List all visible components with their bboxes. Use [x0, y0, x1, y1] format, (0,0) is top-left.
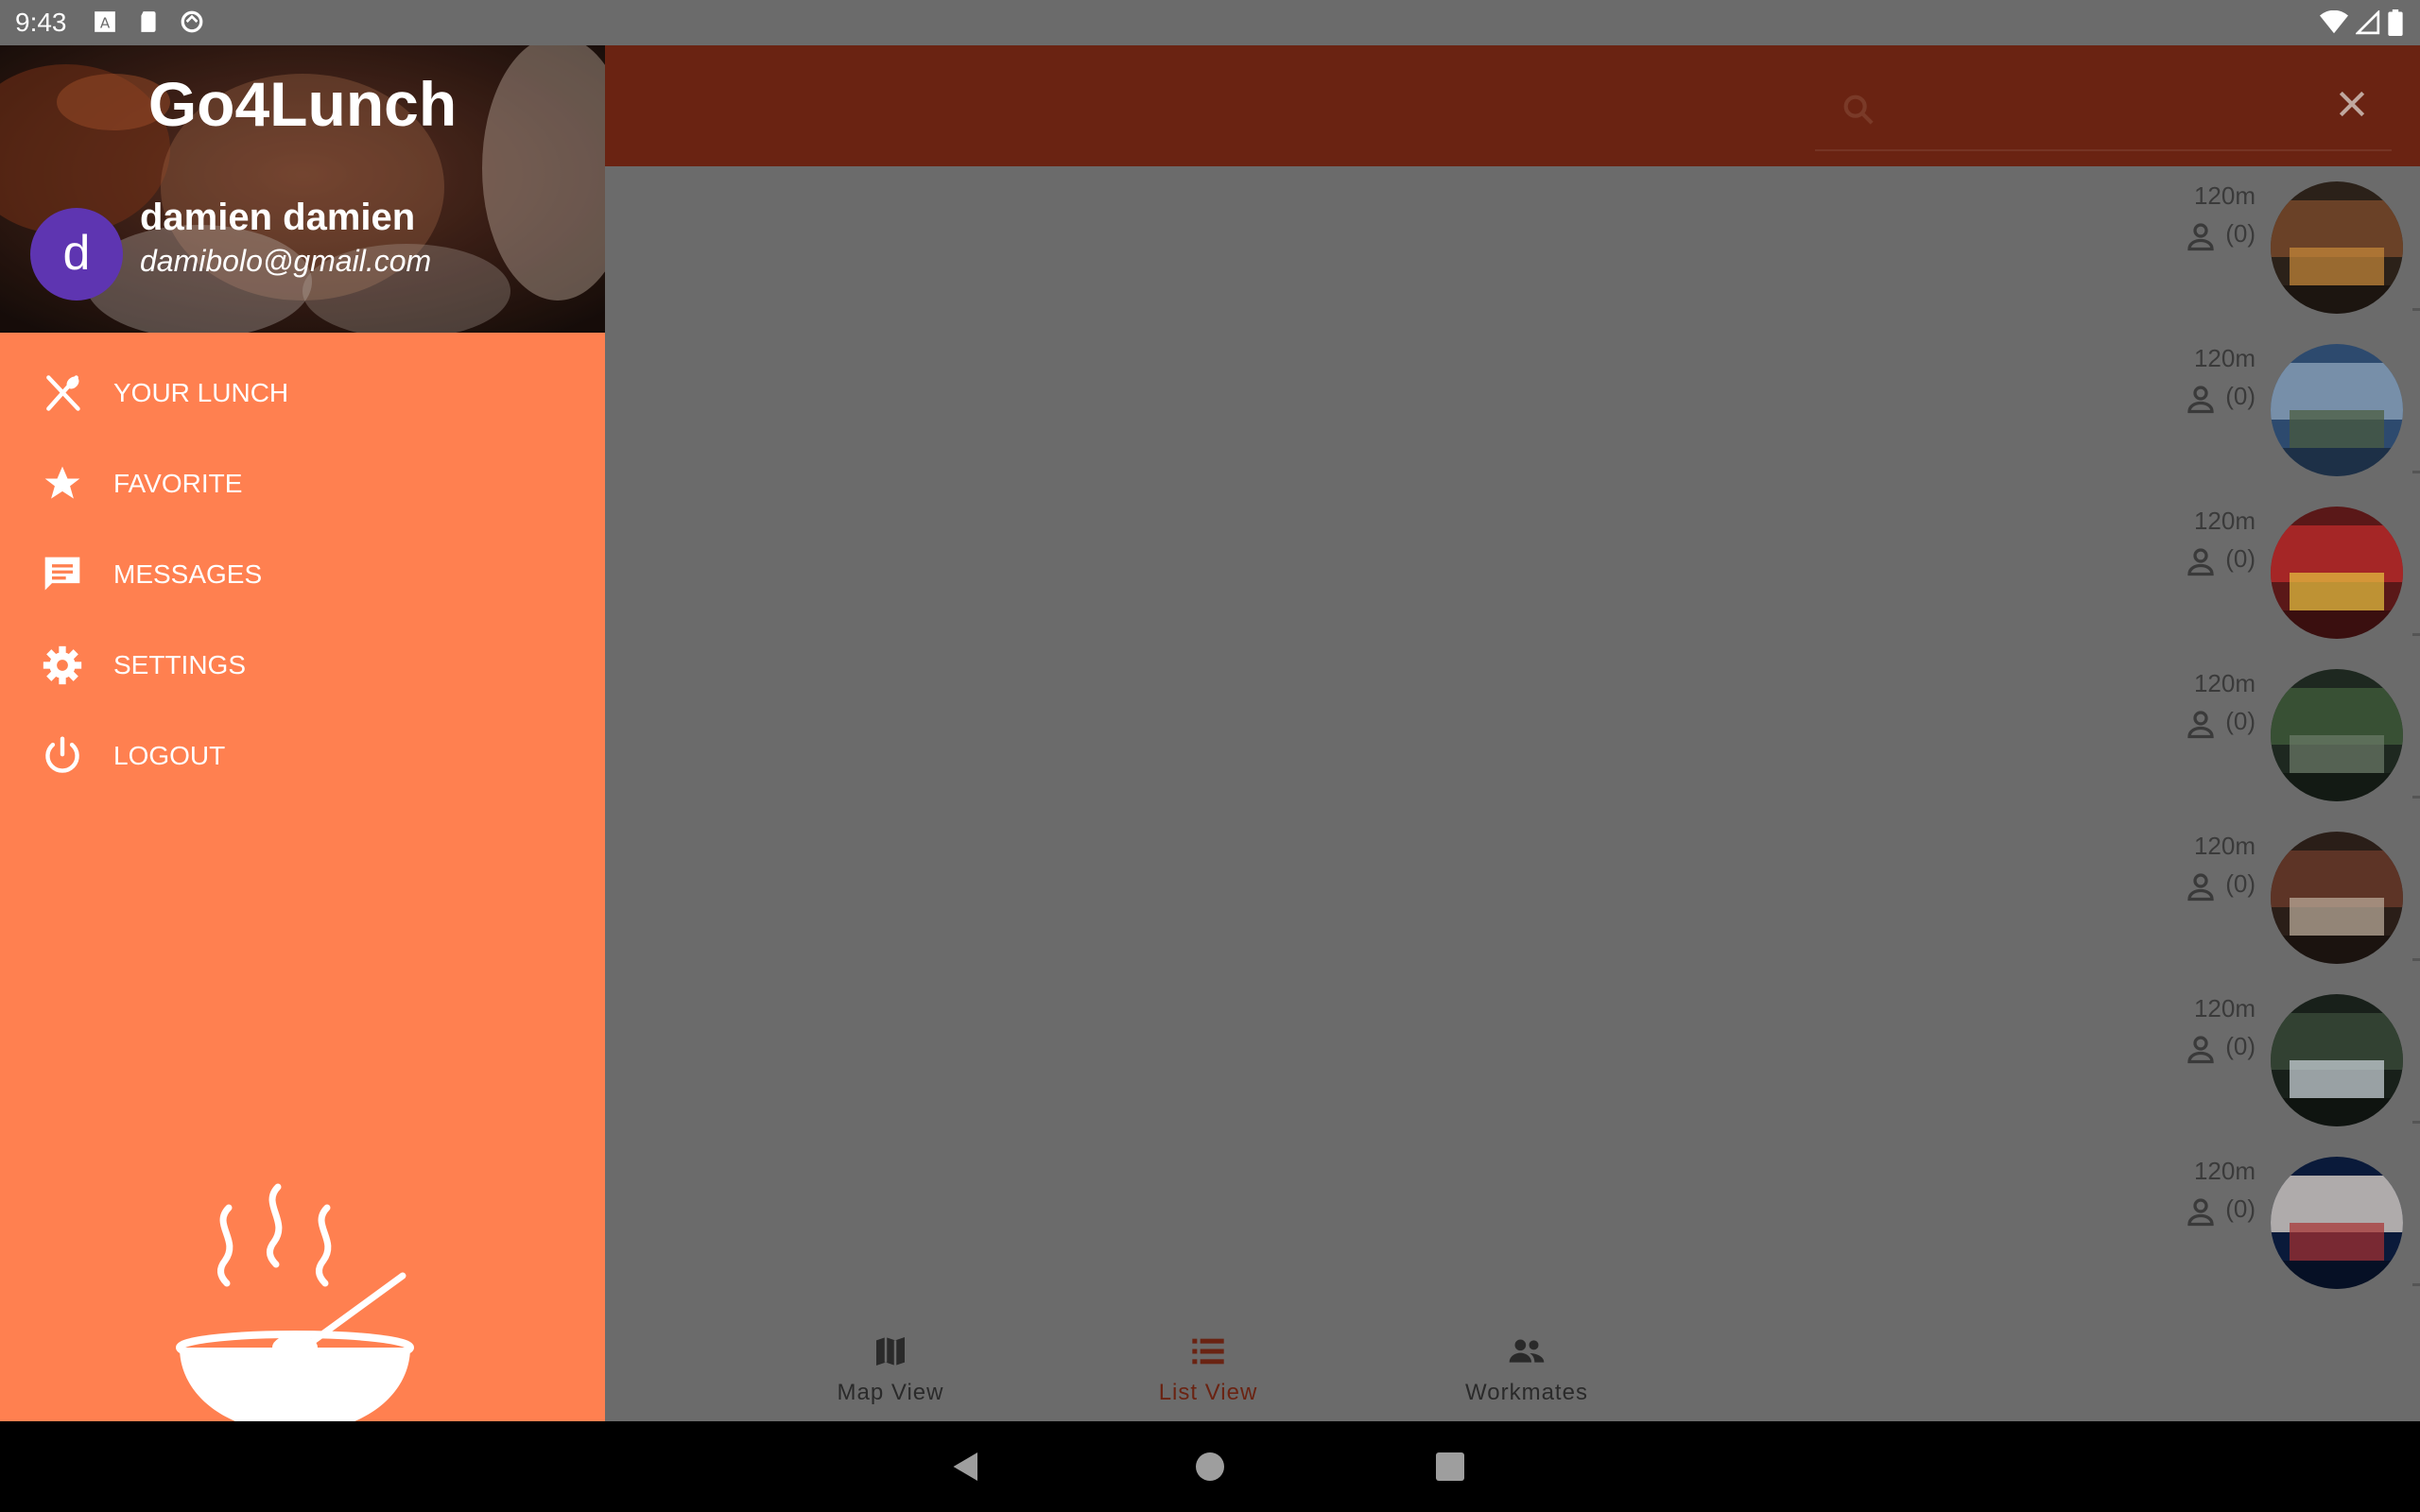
person-icon: [2187, 386, 2214, 414]
restaurant-photo: [2271, 181, 2403, 314]
list-icon: [1192, 1338, 1224, 1365]
sync-icon: [181, 10, 203, 33]
battery-icon: [2388, 9, 2403, 36]
restaurant-workmates-count: (0): [2225, 869, 2256, 898]
menu-item-favorite[interactable]: FAVORITE: [0, 438, 605, 529]
drawer-header: Go4Lunch d damien damien damibolo@gmail.…: [0, 45, 605, 333]
restaurant-distance: 120m: [2193, 832, 2256, 860]
person-icon: [2187, 548, 2214, 576]
status-time: 9:43: [15, 8, 67, 37]
restaurant-distance: 120m: [2193, 669, 2256, 697]
list-divider: [2412, 1283, 2420, 1286]
list-divider: [2412, 796, 2420, 799]
restaurant-photo: [2271, 1157, 2403, 1289]
home-icon[interactable]: [1193, 1450, 1227, 1484]
restaurant-workmates-count: (0): [2225, 544, 2256, 573]
restaurant-workmates-count: (0): [2225, 1194, 2256, 1223]
restaurant-workmates-count: (0): [2225, 707, 2256, 735]
person-icon: [2187, 223, 2214, 251]
tab-list-view[interactable]: List View: [1085, 1314, 1331, 1421]
tab-label: List View: [1158, 1380, 1258, 1405]
tab-workmates[interactable]: Workmates: [1404, 1314, 1650, 1421]
keyboard-notification-icon: A: [95, 11, 115, 32]
list-divider: [2412, 471, 2420, 473]
list-divider: [2412, 1121, 2420, 1124]
message-icon: [44, 557, 80, 591]
menu-item-messages[interactable]: MESSAGES: [0, 529, 605, 620]
wifi-icon: [2320, 10, 2348, 34]
menu-label: FAVORITE: [113, 469, 243, 498]
map-icon: [876, 1337, 905, 1366]
avatar[interactable]: d: [30, 208, 123, 301]
list-divider: [2412, 958, 2420, 961]
list-divider: [2412, 308, 2420, 311]
svg-text:A: A: [100, 15, 111, 32]
restaurant-workmates-count: (0): [2225, 219, 2256, 248]
star-icon: [44, 466, 80, 499]
power-icon: [45, 736, 79, 773]
menu-label: LOGOUT: [113, 741, 226, 770]
restaurant-distance: 120m: [2193, 994, 2256, 1022]
person-icon: [2187, 873, 2214, 902]
signal-icon: [2356, 10, 2380, 35]
menu-label: YOUR LUNCH: [113, 378, 289, 407]
restaurant-workmates-count: (0): [2225, 1032, 2256, 1060]
list-divider: [2412, 633, 2420, 636]
gear-icon: [43, 645, 82, 685]
menu-label: MESSAGES: [113, 559, 263, 589]
navigation-drawer: Go4Lunch d damien damien damibolo@gmail.…: [0, 45, 605, 1421]
search-icon[interactable]: [1840, 91, 1877, 129]
restaurant-distance: 120m: [2193, 181, 2256, 210]
menu-label: SETTINGS: [113, 650, 247, 679]
soup-bowl-logo: [176, 1183, 414, 1421]
person-icon: [2187, 711, 2214, 739]
restaurant-photo: [2271, 994, 2403, 1126]
back-icon[interactable]: [949, 1450, 983, 1484]
restaurant-photo: [2271, 344, 2403, 476]
tab-label: Workmates: [1465, 1380, 1588, 1405]
restaurant-photo: [2271, 507, 2403, 639]
system-navigation-bar: [0, 1421, 2420, 1512]
tab-map-view[interactable]: Map View: [768, 1314, 1013, 1421]
person-icon: [2187, 1198, 2214, 1227]
menu-item-your-lunch[interactable]: YOUR LUNCH: [0, 348, 605, 438]
sd-card-icon: [141, 11, 156, 32]
tab-label: Map View: [837, 1380, 944, 1405]
drawer-menu: YOUR LUNCH FAVORITE MESSAGES SETTINGS LO…: [0, 348, 605, 801]
people-icon: [1509, 1339, 1545, 1363]
app-title: Go4Lunch: [147, 69, 458, 139]
person-icon: [2187, 1036, 2214, 1064]
close-search-icon[interactable]: [2333, 85, 2371, 123]
restaurant-photo: [2271, 832, 2403, 964]
user-email: damibolo@gmail.com: [140, 244, 432, 278]
restaurant-workmates-count: (0): [2225, 382, 2256, 410]
recents-icon[interactable]: [1433, 1450, 1467, 1484]
restaurant-distance: 120m: [2193, 507, 2256, 535]
user-name: damien damien: [140, 197, 416, 238]
menu-item-settings[interactable]: SETTINGS: [0, 620, 605, 711]
restaurant-distance: 120m: [2193, 344, 2256, 372]
restaurant-photo: [2271, 669, 2403, 801]
restaurant-distance: 120m: [2193, 1157, 2256, 1185]
cutlery-icon: [46, 375, 80, 411]
menu-item-logout[interactable]: LOGOUT: [0, 711, 605, 801]
search-input-underline: [1815, 149, 2392, 151]
status-bar: 9:43 A: [0, 0, 2420, 45]
